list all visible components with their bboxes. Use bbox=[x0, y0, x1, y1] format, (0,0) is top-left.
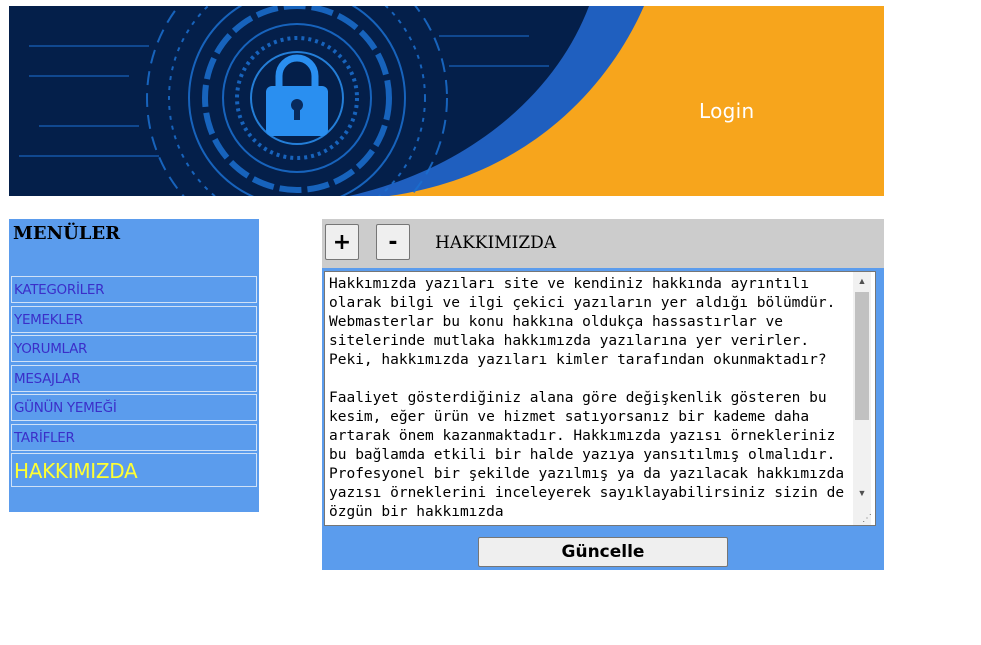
about-textarea[interactable]: Hakkımızda yazıları site ve kendiniz hak… bbox=[324, 271, 876, 526]
menu-item-kategoriler[interactable]: KATEGORİLER bbox=[11, 276, 257, 303]
panel-title: HAKKIMIZDA bbox=[435, 233, 557, 253]
login-link[interactable]: Login bbox=[699, 99, 754, 123]
increase-font-button[interactable]: + bbox=[325, 224, 359, 260]
scroll-down-arrow-icon[interactable]: ▼ bbox=[853, 484, 871, 502]
menu-item-yorumlar[interactable]: YORUMLAR bbox=[11, 335, 257, 362]
menu-item-gunun-yemegi[interactable]: GÜNÜN YEMEĞİ bbox=[11, 394, 257, 421]
menu-item-tarifler[interactable]: TARİFLER bbox=[11, 423, 257, 451]
menu-title: MENÜLER bbox=[13, 223, 121, 244]
about-editor-panel: + - HAKKIMIZDA Hakkımızda yazıları site … bbox=[322, 219, 884, 570]
textarea-scrollbar[interactable]: ▲ ▼ bbox=[853, 272, 871, 525]
sidebar-menu: MENÜLER KATEGORİLER YEMEKLER YORUMLAR ME… bbox=[9, 219, 259, 512]
menu-list: KATEGORİLER YEMEKLER YORUMLAR MESAJLAR G… bbox=[11, 276, 257, 490]
decrease-font-button[interactable]: - bbox=[376, 224, 410, 260]
panel-header: + - HAKKIMIZDA bbox=[322, 219, 884, 268]
scroll-up-arrow-icon[interactable]: ▲ bbox=[853, 272, 871, 290]
header-banner: Login bbox=[9, 6, 884, 196]
menu-item-yemekler[interactable]: YEMEKLER bbox=[11, 305, 257, 333]
menu-item-mesajlar[interactable]: MESAJLAR bbox=[11, 364, 257, 392]
resize-handle-icon[interactable]: ⋰ bbox=[862, 513, 874, 525]
menu-item-hakkimizda[interactable]: HAKKIMIZDA bbox=[11, 453, 257, 487]
update-button[interactable]: Güncelle bbox=[478, 537, 728, 567]
scroll-thumb[interactable] bbox=[855, 292, 869, 420]
